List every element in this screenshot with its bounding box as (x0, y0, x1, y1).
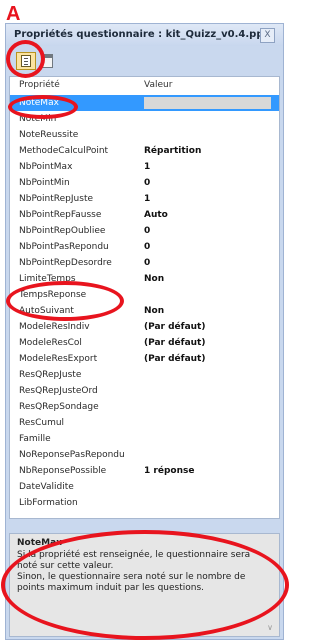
highlight-notemax-circle (8, 95, 78, 119)
property-row[interactable]: ResQRepJusteOrd (10, 383, 279, 399)
property-name: NbPointMin (19, 178, 70, 188)
property-row[interactable]: Famille (10, 431, 279, 447)
property-value: Auto (144, 210, 168, 220)
property-value: Répartition (144, 146, 202, 156)
highlight-limitetemps-circle (6, 281, 124, 321)
property-row[interactable]: NbPointRepFausse Auto (10, 207, 279, 223)
value-input[interactable] (144, 97, 271, 109)
property-row[interactable]: ResCumul (10, 415, 279, 431)
property-name: ResCumul (19, 418, 65, 428)
title-bar: Propriétés questionnaire : kit_Quizz_v0.… (6, 24, 283, 46)
property-row[interactable]: NbReponsePossible 1 réponse (10, 463, 279, 479)
property-row[interactable]: LibFormation (10, 495, 279, 511)
property-value: (Par défaut) (144, 354, 206, 364)
property-name: MethodeCalculPoint (19, 146, 109, 156)
property-value: Non (144, 274, 165, 284)
property-name: NbPointPasRepondu (19, 242, 109, 252)
property-row[interactable]: DateValidite (10, 479, 279, 495)
property-value: 1 (144, 194, 151, 204)
value-column-header: Valeur (144, 80, 173, 90)
property-value: 0 (144, 242, 151, 252)
property-name: NbPointRepDesordre (19, 258, 112, 268)
property-name: NbReponsePossible (19, 466, 107, 476)
property-value: (Par défaut) (144, 322, 206, 332)
highlight-toolbar-circle (6, 40, 45, 78)
property-value: Non (144, 306, 165, 316)
property-row[interactable]: NoReponsePasRepondu (10, 447, 279, 463)
property-value: 0 (144, 226, 151, 236)
close-button[interactable]: X (260, 28, 275, 43)
property-row[interactable]: ResQRepJuste (10, 367, 279, 383)
highlight-description-circle (1, 530, 289, 640)
property-name: NbPointRepJuste (19, 194, 94, 204)
property-value: 0 (144, 258, 151, 268)
property-row[interactable]: NbPointRepOubliee 0 (10, 223, 279, 239)
property-value: 1 réponse (144, 466, 195, 476)
property-column-header: Propriété (19, 80, 60, 90)
property-name: NbPointRepOubliee (19, 226, 106, 236)
property-row[interactable]: NoteReussite (10, 127, 279, 143)
property-name: ModeleResIndiv (19, 322, 90, 332)
property-name: ModeleResCol (19, 338, 82, 348)
property-name: Famille (19, 434, 51, 444)
property-row[interactable]: NbPointRepDesordre 0 (10, 255, 279, 271)
property-value: 1 (144, 162, 151, 172)
property-row[interactable]: MethodeCalculPoint Répartition (10, 143, 279, 159)
property-name: ResQRepSondage (19, 402, 99, 412)
property-row[interactable]: NbPointRepJuste 1 (10, 191, 279, 207)
property-row[interactable]: ResQRepSondage (10, 399, 279, 415)
property-name: NoReponsePasRepondu (19, 450, 125, 460)
property-value: 0 (144, 178, 151, 188)
property-row[interactable]: ModeleResIndiv (Par défaut) (10, 319, 279, 335)
toolbar (6, 46, 283, 74)
property-row[interactable]: NbPointMax 1 (10, 159, 279, 175)
property-name: LibFormation (19, 498, 78, 508)
property-name: ResQRepJusteOrd (19, 386, 98, 396)
property-row[interactable]: ModeleResCol (Par défaut) (10, 335, 279, 351)
property-name: NoteReussite (19, 130, 79, 140)
grid-header: Propriété Valeur (10, 77, 279, 94)
property-row[interactable]: NbPointMin 0 (10, 175, 279, 191)
property-name: NbPointRepFausse (19, 210, 102, 220)
property-name: ModeleResExport (19, 354, 98, 364)
scroll-down-icon[interactable]: ∨ (267, 623, 273, 632)
property-row[interactable]: ModeleResExport (Par défaut) (10, 351, 279, 367)
property-name: NbPointMax (19, 162, 73, 172)
property-value: (Par défaut) (144, 338, 206, 348)
property-name: DateValidite (19, 482, 74, 492)
window-title: Propriétés questionnaire : kit_Quizz_v0.… (14, 29, 275, 40)
property-row[interactable]: NbPointPasRepondu 0 (10, 239, 279, 255)
property-name: ResQRepJuste (19, 370, 82, 380)
